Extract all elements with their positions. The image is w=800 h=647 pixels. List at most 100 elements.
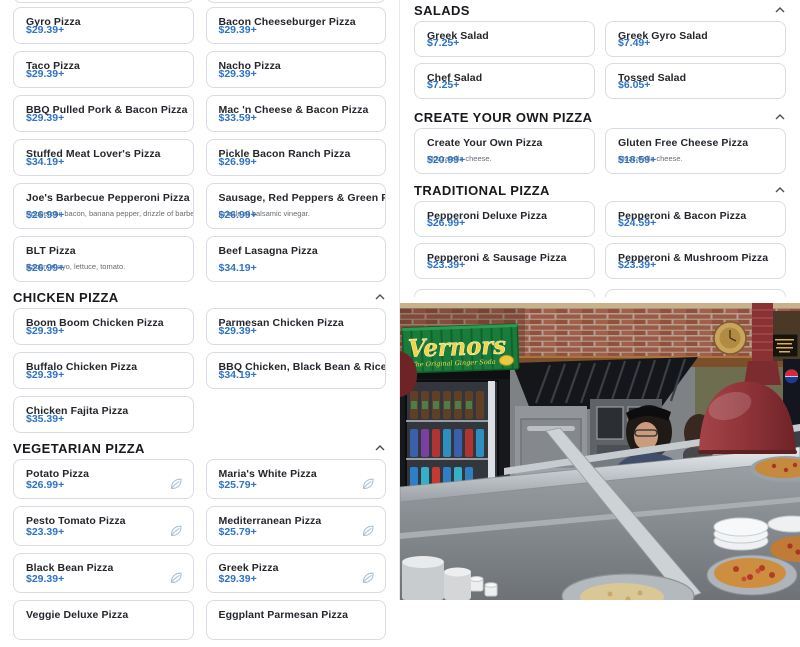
section-title: CREATE YOUR OWN PIZZA: [414, 110, 592, 125]
menu-item-card[interactable]: Taco Pizza$29.39+: [13, 51, 194, 88]
cutoff-card-row-bottom: Veggie Deluxe Pizza Eggplant Parmesan Pi…: [13, 600, 386, 640]
item-name: BLT Pizza: [26, 245, 181, 257]
section-header-traditional[interactable]: TRADITIONAL PIZZA: [414, 182, 786, 198]
item-price: $26.99+: [26, 479, 64, 491]
item-price: $33.59+: [219, 112, 257, 124]
item-price: $29.39+: [26, 112, 64, 124]
item-price: $23.39+: [26, 526, 64, 538]
wall-sign: [771, 334, 798, 357]
item-price: $24.59+: [618, 217, 656, 229]
item-price: $7.49+: [618, 37, 650, 49]
menu-item-card[interactable]: Stuffed Meat Lover's Pizza$34.19+: [13, 139, 194, 176]
item-price: $25.79+: [219, 526, 257, 538]
menu-item-card[interactable]: Mediterranean Pizza$25.79+: [206, 506, 387, 546]
menu-item-card[interactable]: Pepperoni & Sausage Pizza$23.39+: [414, 243, 595, 279]
menu-item-card[interactable]: Pepperoni & Mushroom Pizza$23.39+: [605, 243, 786, 279]
menu-item-card[interactable]: Gyro Pizza$29.39+: [13, 7, 194, 44]
menu-item-card[interactable]: Greek Salad$7.25+: [414, 21, 595, 57]
menu-item-card[interactable]: Eggplant Parmesan Pizza: [206, 600, 387, 640]
pizza-tray-right: [707, 555, 797, 595]
item-name: Beef Lasagna Pizza: [219, 245, 374, 257]
menu-item-card[interactable]: Bacon Cheeseburger Pizza$29.39+: [206, 7, 387, 44]
menu-item-card[interactable]: Pesto Tomato Pizza$23.39+: [13, 506, 194, 546]
chevron-up-icon[interactable]: [774, 185, 786, 195]
item-price: $7.25+: [427, 79, 459, 91]
section-title: TRADITIONAL PIZZA: [414, 183, 550, 198]
item-price: $20.99+: [427, 154, 465, 166]
menu-item-card[interactable]: Sausage, Red Peppers & Green Peppers Piz…: [206, 183, 387, 229]
item-price: $26.99+: [219, 156, 257, 168]
menu-item-card[interactable]: Black Bean Pizza$29.39+: [13, 553, 194, 593]
menu-item-card[interactable]: Gluten Free Cheese PizzaMozzarella chees…: [605, 128, 786, 174]
menu-item-card[interactable]: Maria's White Pizza$25.79+: [206, 459, 387, 499]
menu-item-card[interactable]: Potato Pizza$26.99+: [13, 459, 194, 499]
section-header-chicken-pizza[interactable]: CHICKEN PIZZA: [13, 289, 386, 305]
menu-item-card[interactable]: Pickle Bacon Ranch Pizza$26.99+: [206, 139, 387, 176]
item-price: $25.79+: [219, 479, 257, 491]
item-price: $29.39+: [26, 369, 64, 381]
item-price: $26.99+: [26, 262, 64, 274]
menu-item-card[interactable]: Pepperoni & Bacon Pizza$24.59+: [605, 201, 786, 237]
vegetarian-leaf-icon: [360, 570, 376, 586]
menu-item-card[interactable]: Tossed Salad$6.05+: [605, 63, 786, 99]
menu-item-card[interactable]: BBQ Pulled Pork & Bacon Pizza$29.39+: [13, 95, 194, 132]
item-price: $29.39+: [219, 573, 257, 585]
item-price: $34.19+: [219, 262, 257, 274]
vegetarian-leaf-icon: [360, 523, 376, 539]
menu-item-card[interactable]: Nacho Pizza$29.39+: [206, 51, 387, 88]
item-price: $26.99+: [427, 217, 465, 229]
item-name: Gluten Free Cheese Pizza: [618, 137, 773, 149]
item-price: $23.39+: [618, 259, 656, 271]
menu-item-card[interactable]: [605, 289, 786, 297]
item-price: $29.39+: [26, 573, 64, 585]
item-price: $29.39+: [219, 325, 257, 337]
restaurant-photo-illustration: Vernors Vernors The Original Ginger Soda: [400, 303, 800, 600]
menu-item-card[interactable]: [206, 0, 387, 3]
chevron-up-icon[interactable]: [774, 5, 786, 15]
menu-item-card[interactable]: Joe's Barbecue Pepperoni PizzaPepperoni,…: [13, 183, 194, 229]
menu-item-card[interactable]: [13, 0, 194, 3]
item-price: $29.39+: [219, 68, 257, 80]
menu-item-card[interactable]: Greek Pizza$29.39+: [206, 553, 387, 593]
vegetarian-leaf-icon: [360, 476, 376, 492]
menu-item-card[interactable]: Chicken Fajita Pizza$35.39+: [13, 396, 194, 433]
menu-item-card[interactable]: Create Your Own PizzaMozzarella cheese.$…: [414, 128, 595, 174]
item-price: $6.05+: [618, 79, 650, 91]
section-header-create-your-own[interactable]: CREATE YOUR OWN PIZZA: [414, 109, 786, 125]
menu-item-card[interactable]: Veggie Deluxe Pizza: [13, 600, 194, 640]
menu-item-card[interactable]: Beef Lasagna Pizza $34.19+: [206, 236, 387, 282]
item-name: Sausage, Red Peppers & Green Peppers Piz…: [219, 192, 374, 204]
menu-item-card[interactable]: Buffalo Chicken Pizza$29.39+: [13, 352, 194, 389]
chevron-up-icon[interactable]: [374, 292, 386, 302]
vegetarian-leaf-icon: [168, 523, 184, 539]
menu-item-card[interactable]: Boom Boom Chicken Pizza$29.39+: [13, 308, 194, 345]
item-price: $29.39+: [26, 24, 64, 36]
item-name: Joe's Barbecue Pepperoni Pizza: [26, 192, 181, 204]
restaurant-photo: Vernors Vernors The Original Ginger Soda: [400, 303, 800, 600]
menu-item-card[interactable]: [414, 289, 595, 297]
menu-item-card[interactable]: BBQ Chicken, Black Bean & Rice Pizza$34.…: [206, 352, 387, 389]
menu-item-card[interactable]: Chef Salad$7.25+: [414, 63, 595, 99]
section-title: SALADS: [414, 3, 470, 18]
chevron-up-icon[interactable]: [774, 112, 786, 122]
menu-left-column: Gyro Pizza$29.39+ Bacon Cheeseburger Piz…: [13, 0, 386, 647]
item-name: Create Your Own Pizza: [427, 137, 582, 149]
item-price: $29.39+: [219, 24, 257, 36]
vernors-sign: Vernors The Original Ginger Soda: [402, 324, 519, 373]
item-price: $23.39+: [427, 259, 465, 271]
menu-item-card[interactable]: Greek Gyro Salad$7.49+: [605, 21, 786, 57]
section-header-salads[interactable]: SALADS: [414, 2, 786, 18]
item-price: $26.99+: [219, 209, 257, 221]
section-title: VEGETARIAN PIZZA: [13, 441, 145, 456]
chevron-up-icon[interactable]: [374, 443, 386, 453]
item-price: $34.19+: [26, 156, 64, 168]
item-price: $26.99+: [26, 209, 64, 221]
menu-item-card[interactable]: Mac 'n Cheese & Bacon Pizza$33.59+: [206, 95, 387, 132]
menu-item-card[interactable]: Pepperoni Deluxe Pizza$26.99+: [414, 201, 595, 237]
section-header-vegetarian-pizza[interactable]: VEGETARIAN PIZZA: [13, 440, 386, 456]
item-price: $18.59+: [618, 154, 656, 166]
pizza-clock: [714, 322, 746, 354]
menu-item-card[interactable]: BLT PizzaBacon, mayo, lettuce, tomato.$2…: [13, 236, 194, 282]
menu-item-card[interactable]: Parmesan Chicken Pizza$29.39+: [206, 308, 387, 345]
item-name: Eggplant Parmesan Pizza: [219, 609, 374, 621]
